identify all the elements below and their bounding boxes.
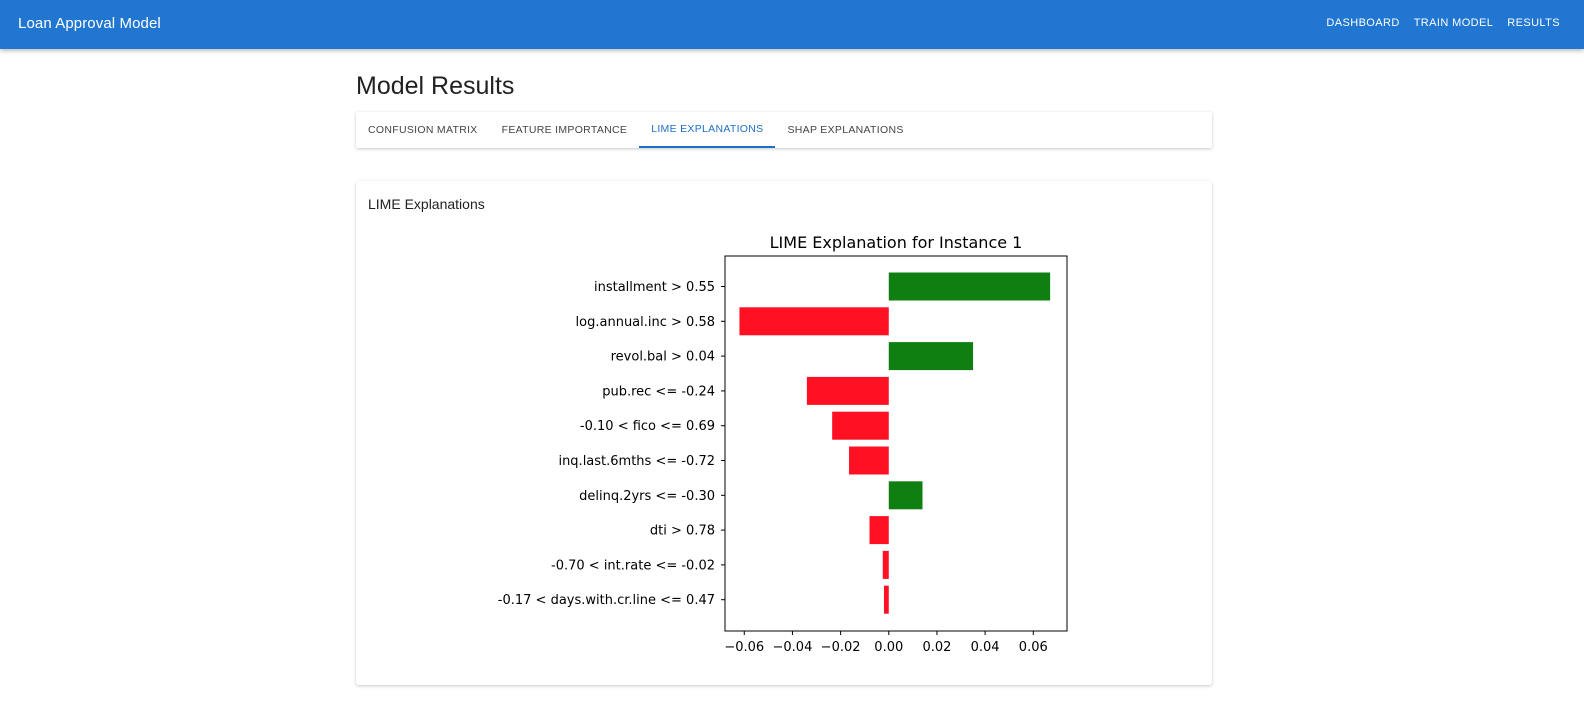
x-tick-label: −0.04 (773, 640, 813, 655)
y-tick-label: -0.70 < int.rate <= -0.02 (551, 558, 715, 573)
x-tick-label: 0.06 (1019, 640, 1048, 655)
y-tick-label: installment > 0.55 (594, 280, 715, 295)
x-tick-label: 0.04 (971, 640, 1000, 655)
x-tick-label: 0.02 (922, 640, 951, 655)
y-tick-label: -0.17 < days.with.cr.line <= 0.47 (498, 593, 715, 608)
lime-card: LIME Explanations LIME Explanation for I… (356, 181, 1212, 685)
nav-train-model[interactable]: TRAIN MODEL (1414, 17, 1494, 29)
nav-dashboard[interactable]: DASHBOARD (1326, 17, 1399, 29)
app-title[interactable]: Loan Approval Model (18, 15, 161, 32)
chart-title: LIME Explanation for Instance 1 (770, 233, 1023, 252)
results-tabs: CONFUSION MATRIX FEATURE IMPORTANCE LIME… (356, 112, 1212, 148)
chart-bar (806, 376, 889, 405)
chart-bar (849, 446, 889, 475)
chart-bar (888, 272, 1051, 301)
x-tick-label: −0.06 (724, 640, 764, 655)
nav-results[interactable]: RESULTS (1507, 17, 1560, 29)
top-nav: DASHBOARD TRAIN MODEL RESULTS (1326, 17, 1560, 29)
tab-shap-explanations[interactable]: SHAP EXPLANATIONS (775, 112, 915, 148)
y-tick-label: delinq.2yrs <= -0.30 (579, 489, 715, 504)
chart-bar (888, 481, 923, 510)
chart-bar (869, 516, 889, 545)
lime-chart: LIME Explanation for Instance 1 installme… (498, 233, 1068, 655)
y-tick-label: revol.bal > 0.04 (611, 350, 715, 365)
chart-bar (739, 307, 889, 336)
chart-bar (882, 550, 889, 579)
tab-lime-explanations[interactable]: LIME EXPLANATIONS (639, 112, 776, 148)
chart-bar (883, 585, 889, 614)
y-tick-label: inq.last.6mths <= -0.72 (558, 454, 715, 469)
tab-confusion-matrix[interactable]: CONFUSION MATRIX (356, 112, 490, 148)
y-tick-label: -0.10 < fico <= 0.69 (580, 419, 715, 434)
chart-bar (832, 411, 889, 440)
chart-bar (888, 342, 974, 371)
x-tick-label: 0.00 (874, 640, 903, 655)
y-tick-label: log.annual.inc > 0.58 (576, 315, 715, 330)
app-bar: Loan Approval Model DASHBOARD TRAIN MODE… (0, 0, 1584, 49)
page-title: Model Results (356, 72, 515, 100)
tab-feature-importance[interactable]: FEATURE IMPORTANCE (490, 112, 640, 148)
y-tick-label: dti > 0.78 (650, 524, 715, 539)
y-tick-label: pub.rec <= -0.24 (602, 384, 715, 399)
x-tick-label: −0.02 (821, 640, 861, 655)
